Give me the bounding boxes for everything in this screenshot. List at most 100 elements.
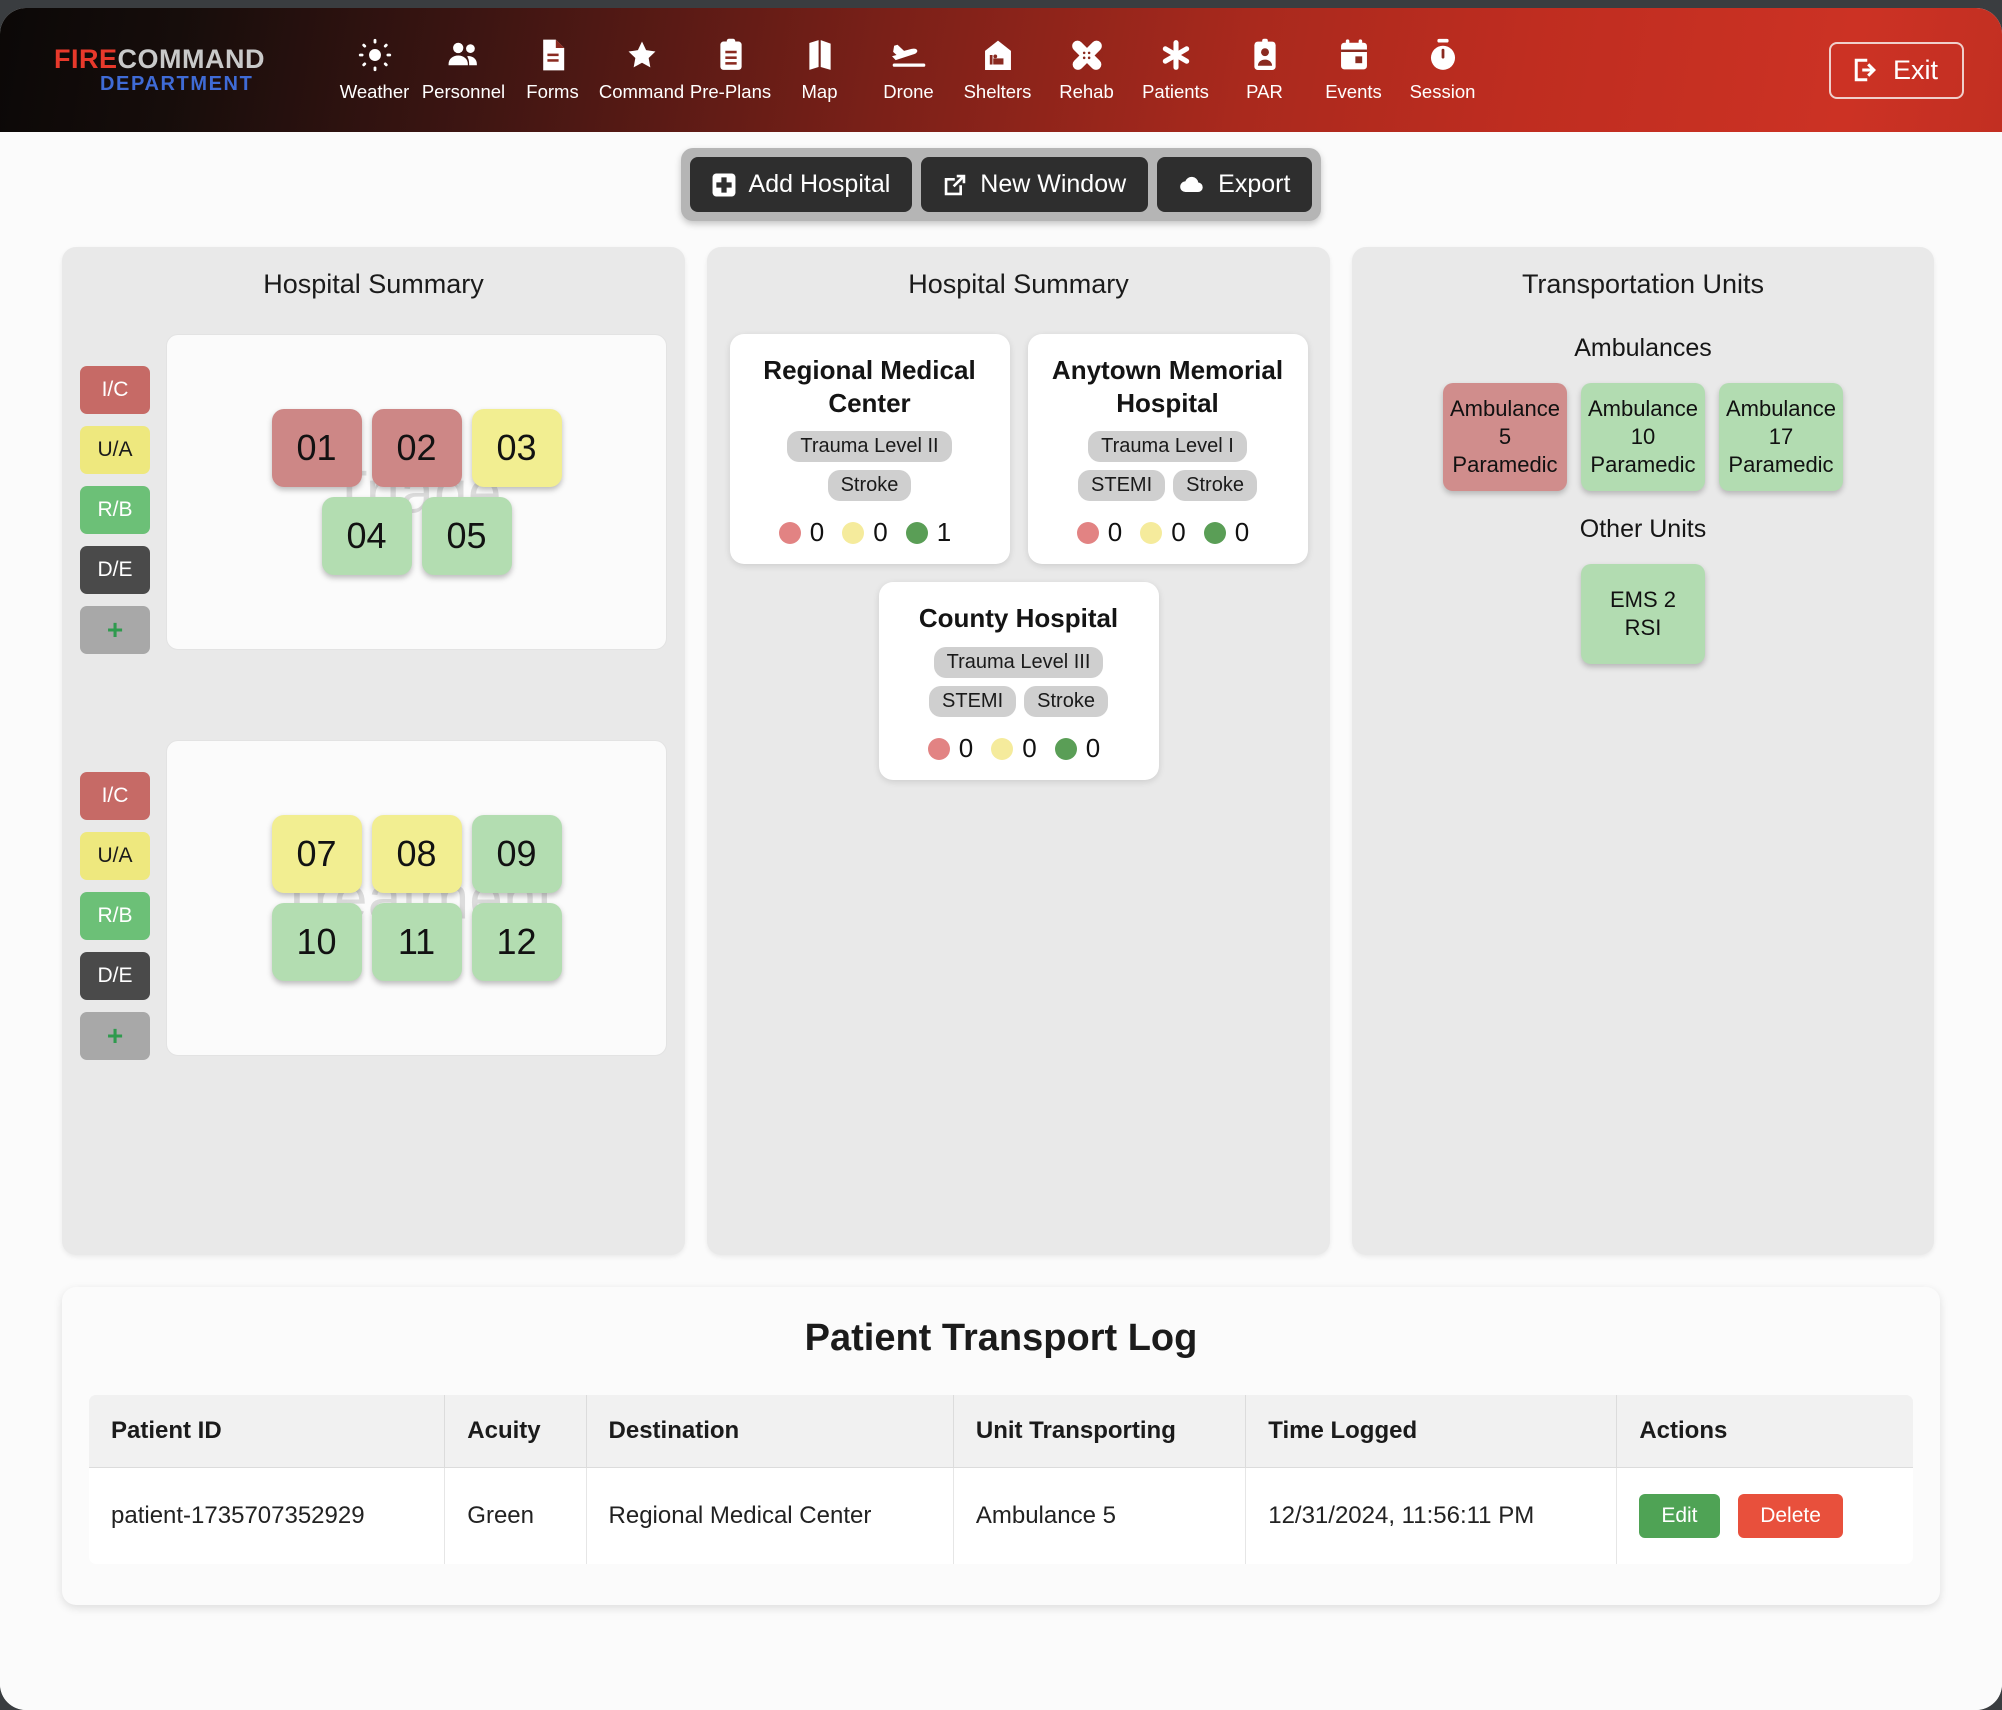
status-button-rb[interactable]: R/B (80, 486, 150, 534)
add-hospital-button[interactable]: Add Hospital (689, 157, 913, 212)
shelter-bed-icon (983, 38, 1013, 72)
patient-tile[interactable]: 03 (471, 409, 562, 487)
status-button-add[interactable]: + (80, 1012, 150, 1060)
status-button-rb[interactable]: R/B (80, 892, 150, 940)
patient-tile[interactable]: 05 (421, 497, 512, 575)
cell-time: 12/31/2024, 11:56:11 PM (1245, 1467, 1618, 1564)
hospital-patient-counts: 0 0 0 (927, 717, 1109, 764)
green-count-dot (905, 521, 928, 544)
nav-item-personnel[interactable]: Personnel (419, 38, 508, 103)
hospital-capability-tags: Trauma Level I STEMI Stroke (1042, 431, 1294, 501)
capability-tag: Stroke (827, 470, 912, 501)
nav-item-label: Patients (1142, 80, 1209, 102)
patient-tile[interactable]: 01 (271, 409, 362, 487)
other-unit[interactable]: EMS 2 RSI (1581, 563, 1705, 664)
column-header-time: Time Logged (1245, 1395, 1618, 1468)
capability-tag: Stroke (1173, 470, 1257, 501)
nav-item-session[interactable]: Session (1398, 38, 1487, 103)
hospital-summary-panel: Hospital Summary Regional Medical Center… (707, 247, 1330, 1255)
nav-item-map[interactable]: Map (775, 38, 864, 103)
nav-item-label: Session (1409, 80, 1476, 102)
new-window-button[interactable]: New Window (921, 157, 1149, 212)
column-header-actions: Actions (1616, 1395, 1913, 1468)
hospital-patient-counts: 0 0 1 (778, 501, 960, 548)
transport-log-head: Patient ID Acuity Destination Unit Trans… (89, 1395, 1913, 1468)
edit-button[interactable]: Edit (1639, 1494, 1720, 1538)
people-icon (446, 38, 482, 72)
yellow-count-value: 0 (873, 517, 888, 547)
status-button-ic[interactable]: I/C (80, 772, 150, 820)
nav-item-forms[interactable]: Forms (508, 38, 597, 103)
toolbar-wrapper: Add Hospital New Window Export (0, 132, 2002, 221)
nav-item-label: Forms (526, 80, 579, 102)
red-count-value: 0 (958, 733, 974, 763)
yellow-count-value: 0 (1022, 733, 1037, 763)
triage-board[interactable]: Triage 01 02 03 04 05 (166, 334, 667, 650)
logo-fire-text: FIRE (54, 44, 118, 75)
id-badge-icon (1252, 38, 1278, 72)
cell-destination: Regional Medical Center (586, 1467, 954, 1564)
nav-item-events[interactable]: Events (1309, 38, 1398, 103)
hospital-card[interactable]: Regional Medical Center Trauma Level II … (729, 334, 1010, 564)
treatment-zone-row: I/C U/A R/B D/E + Treatment 07 08 09 10 (80, 740, 667, 1060)
calendar-icon (1339, 38, 1369, 72)
nav-item-pre-plans[interactable]: Pre-Plans (686, 38, 775, 103)
nav-item-label: Personnel (421, 80, 506, 102)
screen: FIRECOMMAND DEPARTMENT Weather Personnel… (0, 0, 2002, 1710)
exit-arrow-icon (1851, 55, 1881, 85)
mid-panel-title: Hospital Summary (908, 269, 1129, 299)
patient-tile[interactable]: 10 (271, 903, 362, 981)
patient-tile[interactable]: 02 (371, 409, 462, 487)
patient-transport-log-card: Patient Transport Log Patient ID Acuity … (62, 1287, 1940, 1605)
app-window: FIRECOMMAND DEPARTMENT Weather Personnel… (0, 8, 2002, 1710)
hospital-name: County Hospital (918, 603, 1119, 633)
patient-tile[interactable]: 11 (371, 903, 462, 981)
nav-item-label: Shelters (963, 80, 1032, 102)
yellow-count-value: 0 (1171, 517, 1186, 547)
nav-item-shelters[interactable]: Shelters (953, 38, 1042, 103)
yellow-count-dot (842, 521, 865, 544)
status-button-ua[interactable]: U/A (80, 832, 150, 880)
exit-button[interactable]: Exit (1828, 41, 1964, 99)
plane-landing-icon (890, 38, 928, 72)
hospital-plus-icon (712, 173, 736, 197)
patient-tile[interactable]: 09 (471, 815, 562, 893)
status-button-ic[interactable]: I/C (80, 366, 150, 414)
patient-tile[interactable]: 04 (321, 497, 412, 575)
unit-level: Paramedic (1590, 451, 1696, 477)
patient-tile[interactable]: 12 (471, 903, 562, 981)
exit-button-label: Exit (1892, 54, 1938, 85)
export-button[interactable]: Export (1157, 157, 1313, 212)
ambulance-unit[interactable]: Ambulance 5 Paramedic (1443, 383, 1567, 491)
red-count-dot (1076, 521, 1099, 544)
patient-tile[interactable]: 08 (371, 815, 462, 893)
treatment-status-buttons: I/C U/A R/B D/E + (80, 740, 150, 1060)
red-count-dot (778, 521, 801, 544)
nav-item-command[interactable]: Command (597, 38, 686, 103)
ambulance-unit[interactable]: Ambulance 17 Paramedic (1719, 383, 1843, 491)
status-button-de[interactable]: D/E (80, 546, 150, 594)
status-button-de[interactable]: D/E (80, 952, 150, 1000)
ambulances-subtitle: Ambulances (1574, 334, 1712, 362)
status-button-add[interactable]: + (80, 606, 150, 654)
treatment-board[interactable]: Treatment 07 08 09 10 11 12 (166, 740, 667, 1056)
red-count-value: 0 (809, 517, 825, 547)
nav-item-par[interactable]: PAR (1220, 38, 1309, 103)
ambulance-unit[interactable]: Ambulance 10 Paramedic (1581, 383, 1705, 491)
nav-item-rehab[interactable]: Rehab (1042, 38, 1131, 103)
transport-log-table: Patient ID Acuity Destination Unit Trans… (88, 1394, 1914, 1565)
nav-item-weather[interactable]: Weather (330, 38, 419, 103)
patient-tile[interactable]: 07 (271, 815, 362, 893)
delete-button[interactable]: Delete (1738, 1494, 1843, 1538)
nav-item-drone[interactable]: Drone (864, 38, 953, 103)
capability-tag: Trauma Level I (1088, 431, 1247, 462)
nav-item-label: Rehab (1059, 80, 1114, 102)
hospital-card[interactable]: Anytown Memorial Hospital Trauma Level I… (1027, 334, 1308, 564)
clipboard-icon (718, 38, 744, 72)
nav-item-label: Command (598, 80, 685, 102)
capability-tag: Stroke (1024, 685, 1108, 717)
top-navigation-bar: FIRECOMMAND DEPARTMENT Weather Personnel… (0, 8, 2002, 132)
hospital-card[interactable]: County Hospital Trauma Level III STEMI S… (878, 582, 1159, 780)
nav-item-patients[interactable]: Patients (1131, 38, 1220, 103)
status-button-ua[interactable]: U/A (80, 426, 150, 474)
